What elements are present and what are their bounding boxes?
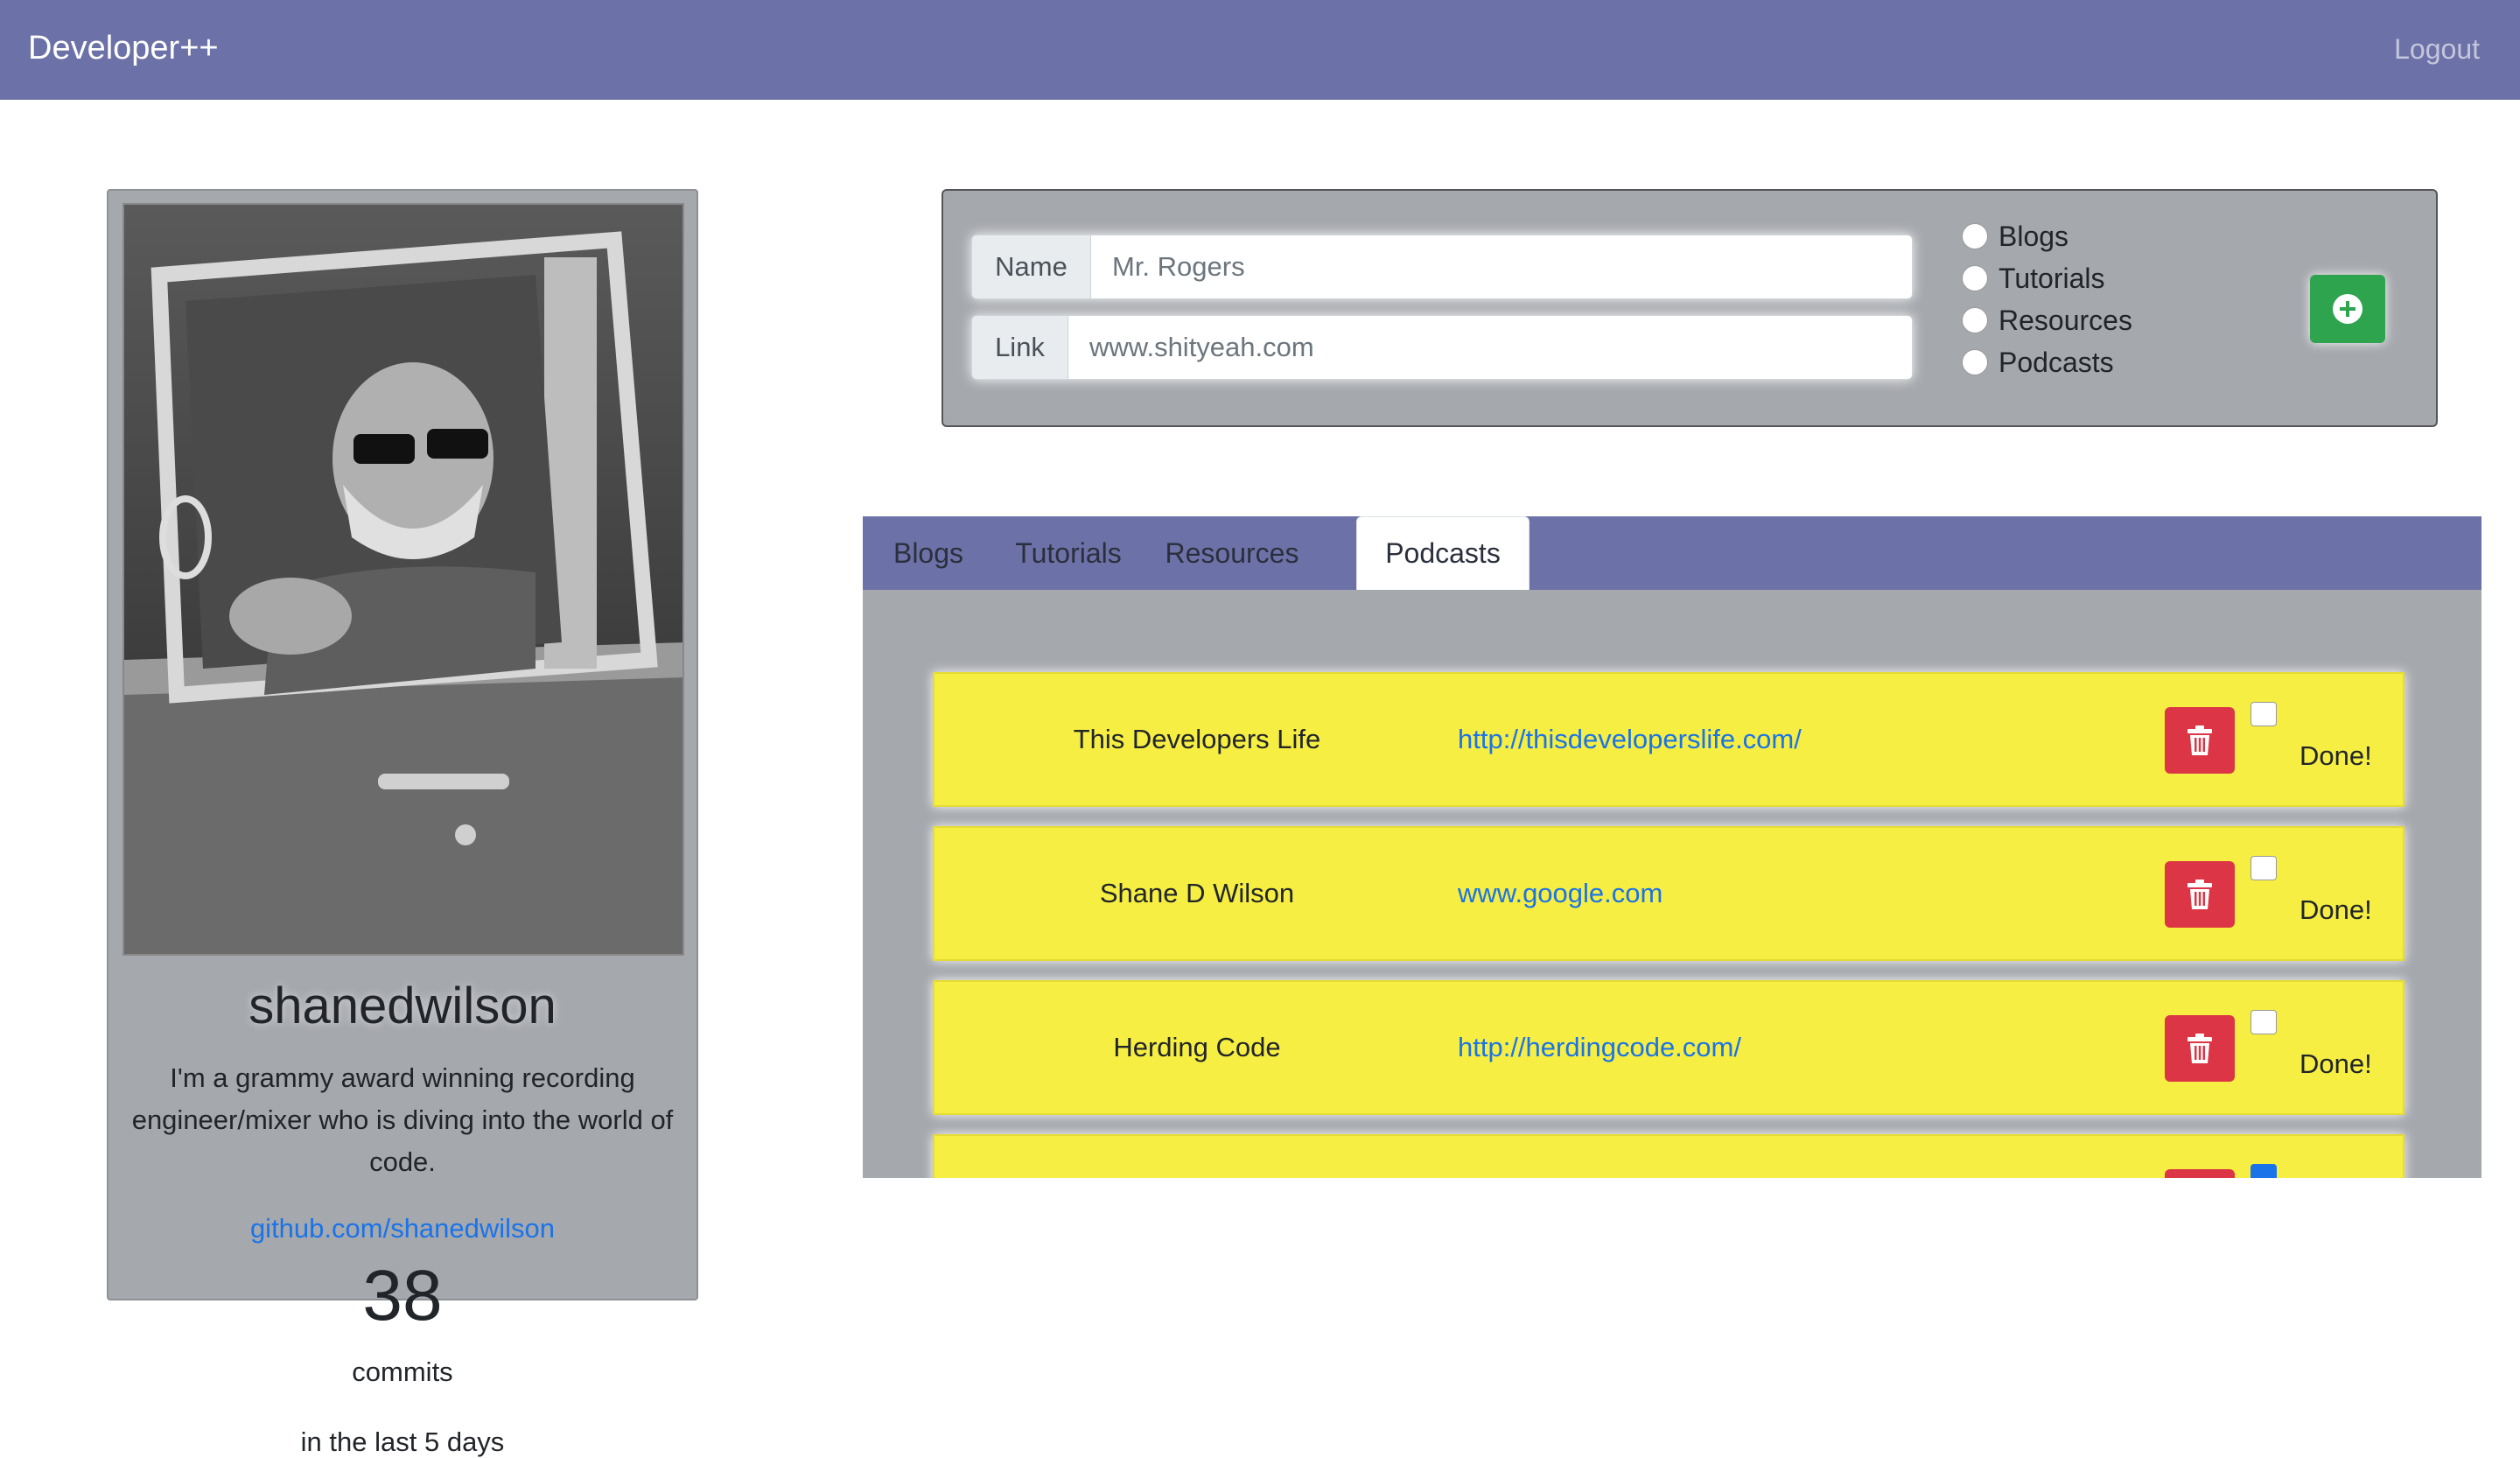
radio-label: Tutorials [1998,262,2105,294]
trash-icon [2188,1034,2212,1063]
navbar: Developer++ Logout [0,0,2520,100]
tab-tutorials[interactable]: Tutorials [994,516,1143,590]
done-checkbox[interactable] [2250,1010,2277,1034]
radio-resources[interactable]: Resources [1962,299,2132,341]
commits-range: in the last 5 days [300,1426,505,1457]
item-link[interactable]: www.google.com [1458,828,1662,959]
trash-icon [2188,725,2212,755]
radio-circle-icon[interactable] [1962,223,1988,249]
name-label: Name [971,235,1090,299]
radio-blogs[interactable]: Blogs [1962,215,2132,257]
link-label: Link [971,315,1068,380]
category-radio-group: Blogs Tutorials Resources Podcasts [1962,215,2132,383]
name-input[interactable]: Mr. Rogers [1090,235,1913,299]
profile-username: shanedwilson [248,978,556,1034]
list-item: Shane D Wilson www.google.com Done! [933,826,2404,961]
delete-button[interactable] [2165,861,2235,928]
item-link[interactable]: http://thisdeveloperslife.com/ [1458,674,1802,805]
github-link[interactable]: github.com/shanedwilson [108,1213,696,1244]
item-name: This Developers Life [1073,724,1321,754]
profile-card: shanedwilson I'm a grammy award winning … [107,189,698,1457]
link-input-group: Link www.shityeah.com [971,315,1913,380]
trash-icon [2188,880,2212,909]
brand-logo[interactable]: Developer++ [28,30,219,67]
item-name: Shane D Wilson [1099,878,1295,908]
delete-button[interactable] [2165,1015,2235,1082]
radio-label: Blogs [1998,220,2069,252]
done-label: Done! [2300,1048,2372,1079]
done-checkbox[interactable] [2250,856,2277,880]
radio-circle-icon[interactable] [1962,349,1988,375]
item-name [987,1136,1407,1178]
podcasts-panel: This Developers Life http://thisdevelope… [863,590,2482,1178]
radio-circle-icon[interactable] [1962,265,1988,291]
add-resource-button[interactable] [2310,275,2385,343]
commit-count: 38 [362,1256,443,1335]
logout-link[interactable]: Logout [2394,33,2480,66]
tab-blogs[interactable]: Blogs [863,516,994,590]
done-label: Done! [2300,740,2372,771]
done-label: Done! [2300,894,2372,925]
list-item: Herding Code http://herdingcode.com/ Don… [933,980,2404,1115]
delete-button[interactable] [2165,1169,2235,1178]
plus-circle-icon [2333,294,2362,324]
tab-podcasts[interactable]: Podcasts [1356,516,1530,590]
tab-resources[interactable]: Resources [1143,516,1321,590]
link-input[interactable]: www.shityeah.com [1068,315,1913,380]
radio-tutorials[interactable]: Tutorials [1962,257,2132,299]
profile-bio: I'm a grammy award winning recording eng… [131,1062,674,1177]
item-link[interactable]: http://herdingcode.com/ [1458,982,1741,1113]
add-resource-form: Name Mr. Rogers Link www.shityeah.com Bl… [942,189,2438,427]
radio-circle-icon[interactable] [1962,307,1988,333]
radio-podcasts[interactable]: Podcasts [1962,341,2132,383]
done-checkbox[interactable] [2250,1164,2277,1178]
item-name: Herding Code [1113,1032,1281,1062]
radio-label: Resources [1998,304,2132,336]
name-input-group: Name Mr. Rogers [971,235,1913,299]
resource-tabs: Blogs Tutorials Resources Podcasts [863,516,2482,590]
list-item: This Developers Life http://thisdevelope… [933,672,2404,807]
done-checkbox[interactable] [2250,702,2277,726]
radio-label: Podcasts [1998,346,2114,378]
commits-label: commits [352,1356,453,1387]
list-item [933,1134,2404,1178]
delete-button[interactable] [2165,707,2235,774]
profile-photo [122,203,684,956]
